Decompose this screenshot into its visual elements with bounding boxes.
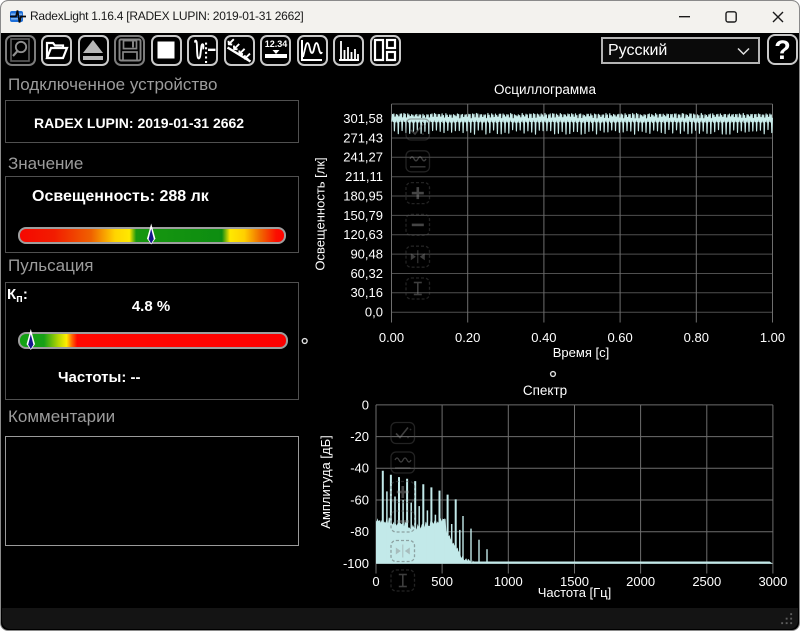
svg-text:60,32: 60,32: [350, 266, 383, 281]
svg-text:30,16: 30,16: [350, 285, 383, 300]
svg-text:-40: -40: [350, 461, 369, 476]
svg-text:301,58: 301,58: [343, 111, 383, 126]
svg-text:Спектр: Спектр: [523, 383, 567, 398]
svg-text:150,79: 150,79: [343, 208, 383, 223]
svg-text:Амплитуда [дБ]: Амплитуда [дБ]: [318, 435, 333, 528]
svg-text:0.80: 0.80: [684, 330, 709, 345]
svg-text:0.20: 0.20: [455, 330, 480, 345]
svg-text:-60: -60: [350, 492, 369, 507]
svg-text:0: 0: [372, 574, 379, 589]
svg-text:0,0: 0,0: [365, 305, 383, 320]
svg-text:-80: -80: [350, 524, 369, 539]
svg-text:180,95: 180,95: [343, 188, 383, 203]
svg-text:211,11: 211,11: [345, 169, 383, 184]
svg-text:0.40: 0.40: [531, 330, 556, 345]
svg-text:90,48: 90,48: [350, 247, 383, 262]
svg-text:-100: -100: [343, 556, 369, 571]
svg-text:2500: 2500: [692, 574, 721, 589]
svg-text:0.00: 0.00: [379, 330, 404, 345]
svg-text:Частота [Гц]: Частота [Гц]: [538, 585, 612, 600]
svg-text:Осциллограмма: Осциллограмма: [494, 82, 596, 97]
svg-text:271,43: 271,43: [343, 130, 383, 145]
svg-text:500: 500: [431, 574, 453, 589]
svg-text:241,27: 241,27: [343, 150, 383, 165]
svg-text:Время [с]: Время [с]: [553, 345, 609, 360]
svg-text:1000: 1000: [494, 574, 523, 589]
svg-text:120,63: 120,63: [343, 227, 383, 242]
svg-text:3000: 3000: [758, 574, 787, 589]
svg-text:12.34: 12.34: [264, 39, 287, 49]
svg-text:2000: 2000: [626, 574, 655, 589]
svg-text:1.00: 1.00: [760, 330, 785, 345]
svg-text:0: 0: [362, 397, 369, 412]
svg-text:Освещенность [лк]: Освещенность [лк]: [313, 157, 328, 270]
svg-text:0.60: 0.60: [607, 330, 632, 345]
svg-text:-20: -20: [350, 429, 369, 444]
